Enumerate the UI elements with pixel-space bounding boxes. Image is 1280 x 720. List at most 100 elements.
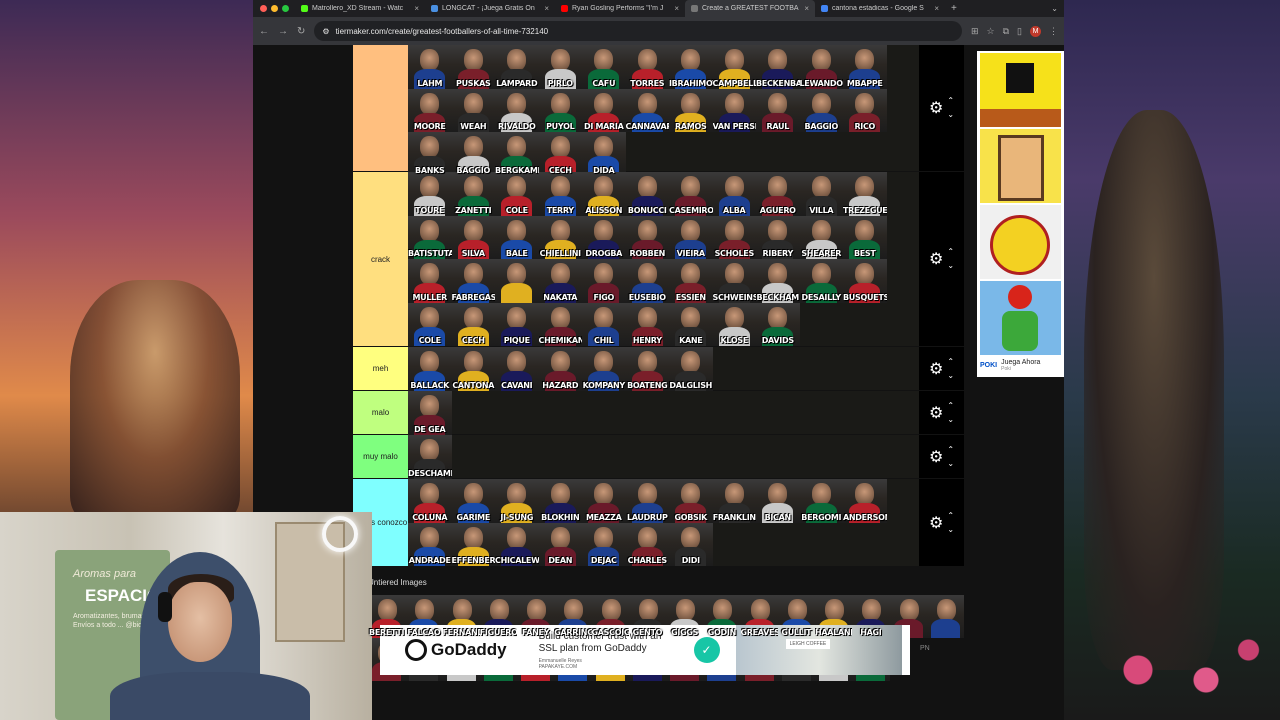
tier-label[interactable]: meh [353,347,408,390]
player-card[interactable]: HAALAND [815,595,853,638]
tier-settings-gear-icon[interactable]: ⚙ [929,447,943,467]
player-card[interactable]: GIGGS [666,595,704,638]
player-card[interactable]: FANEY [517,595,555,638]
player-card[interactable]: ALBA [712,172,756,216]
player-card[interactable]: TERRY [538,172,582,216]
move-tier-down-icon[interactable]: ⌄ [947,523,954,537]
player-card[interactable]: TREZEGUET [843,172,887,216]
minimize-window-button[interactable] [271,5,278,12]
player-card[interactable]: CAMPBELL [712,45,756,89]
maximize-window-button[interactable] [282,5,289,12]
player-card[interactable]: DEJAC [582,522,626,566]
player-card[interactable]: CHARLES [625,522,669,566]
player-card[interactable]: KANE [669,302,713,346]
player-card[interactable]: PIQUE [495,302,539,346]
player-card[interactable]: GULLIT [777,595,815,638]
player-card[interactable]: SCHWEINSTEIGER [712,259,756,303]
player-card[interactable]: BECKHAM [756,259,800,303]
browser-tab[interactable]: LONGCAT - ¡Juega Gratis On × [425,0,555,17]
player-card[interactable]: HAGI [852,595,890,638]
player-card[interactable]: EUSEBIO [625,259,669,303]
player-card[interactable]: RAMOS [669,88,713,132]
extensions-icon[interactable]: ⧉ [1003,26,1009,37]
player-card[interactable]: KOMPANY [582,347,626,391]
player-card[interactable]: BECKENBAUER [756,45,800,89]
forward-arrow-icon[interactable]: → [278,26,288,37]
player-card[interactable]: LAHM [408,45,452,89]
player-card[interactable]: COLE [408,302,452,346]
player-card[interactable]: GREAVES [740,595,778,638]
player-card[interactable]: DE GEA [408,391,452,435]
player-card[interactable]: RIBERY [756,215,800,259]
player-card[interactable]: LAMPARD [495,45,539,89]
player-card[interactable]: BALE [495,215,539,259]
new-tab-button[interactable]: + [945,3,963,14]
tab-search-chevron-icon[interactable]: ⌄ [1051,4,1058,13]
player-card[interactable]: EFFENBERG [451,522,495,566]
player-card[interactable]: CHICALEWT [495,522,539,566]
player-card[interactable]: FERNANDO [442,595,480,638]
player-card[interactable]: PIRLO [538,45,582,89]
browser-tab[interactable]: cantona estadicas - Google S × [815,0,945,17]
move-tier-down-icon[interactable]: ⌄ [947,369,954,383]
player-card[interactable]: BANKS [408,132,452,176]
player-card[interactable]: IBRAHIMOVIC [669,45,713,89]
player-card[interactable]: GOBSIK [669,479,713,523]
tier-items[interactable]: DESCHAMPS [408,435,919,479]
player-card[interactable]: LEWANDOWSKI [799,45,843,89]
tier-label[interactable]: crack [353,172,408,346]
profile-avatar[interactable]: M [1030,25,1041,37]
player-card[interactable]: PUSKAS [451,45,495,89]
menu-kebab-icon[interactable]: ⋮ [1049,26,1058,37]
translate-icon[interactable]: ⊞ [971,26,979,37]
tier-label[interactable]: muy malo [353,435,408,478]
tier-items[interactable]: BALLACK CANTONA CAVANI HAZARD KOMPANY BOATENG… [408,347,919,391]
browser-tab[interactable]: Matrollero_XD Stream - Watc × [295,0,425,17]
player-card[interactable] [495,259,539,303]
player-card[interactable]: WEAH [451,88,495,132]
player-card[interactable]: TORRES [625,45,669,89]
player-card[interactable]: FIGO [582,259,626,303]
sidepanel-icon[interactable]: ▯ [1017,26,1022,37]
player-card[interactable]: ANDRADE [408,522,452,566]
move-tier-up-icon[interactable]: ⌃ [947,94,954,108]
player-card[interactable]: COLE [495,172,539,216]
player-card[interactable]: DAVIDS [756,302,800,346]
player-card[interactable]: CHIELLINI [538,215,582,259]
move-tier-down-icon[interactable]: ⌄ [947,457,954,471]
move-tier-down-icon[interactable]: ⌄ [947,108,954,122]
player-card[interactable]: BICAN [756,479,800,523]
side-advertisement[interactable]: POKI Juega Ahora Poki [977,51,1064,377]
player-card[interactable]: DROGBA [582,215,626,259]
player-card[interactable]: GENTO [628,595,666,638]
player-card[interactable]: MBAPPE [843,45,887,89]
player-card[interactable]: MEAZZA [582,479,626,523]
player-card[interactable]: HENRY [625,302,669,346]
player-card[interactable]: MULLER [408,259,452,303]
tier-settings-gear-icon[interactable]: ⚙ [929,513,943,533]
move-tier-down-icon[interactable]: ⌄ [947,259,954,273]
player-card[interactable]: CANTONA [451,347,495,391]
move-tier-up-icon[interactable]: ⌃ [947,355,954,369]
player-card[interactable]: LAUDRUP [625,479,669,523]
player-card[interactable]: GARIME [451,479,495,523]
player-card[interactable]: DIDI [669,522,713,566]
player-card[interactable]: BALLACK [408,347,452,391]
player-card[interactable]: NAKATA [538,259,582,303]
tier-settings-gear-icon[interactable]: ⚙ [929,249,943,269]
player-card[interactable]: ANDERSON [843,479,887,523]
move-tier-up-icon[interactable]: ⌃ [947,443,954,457]
player-card[interactable]: GODIN [703,595,741,638]
tab-close-icon[interactable]: × [414,4,419,13]
player-card[interactable]: CECH [538,132,582,176]
player-card[interactable]: BOATENG [625,347,669,391]
tab-close-icon[interactable]: × [804,4,809,13]
move-tier-down-icon[interactable]: ⌄ [947,413,954,427]
player-card[interactable]: DEAN [538,522,582,566]
player-card[interactable]: GARRINCHA [554,595,592,638]
player-card[interactable]: FRANKLIN [712,479,756,523]
player-card[interactable]: GASCOIGNE [591,595,629,638]
tier-settings-gear-icon[interactable]: ⚙ [929,98,943,118]
close-window-button[interactable] [260,5,267,12]
player-card[interactable]: AGUERO [756,172,800,216]
